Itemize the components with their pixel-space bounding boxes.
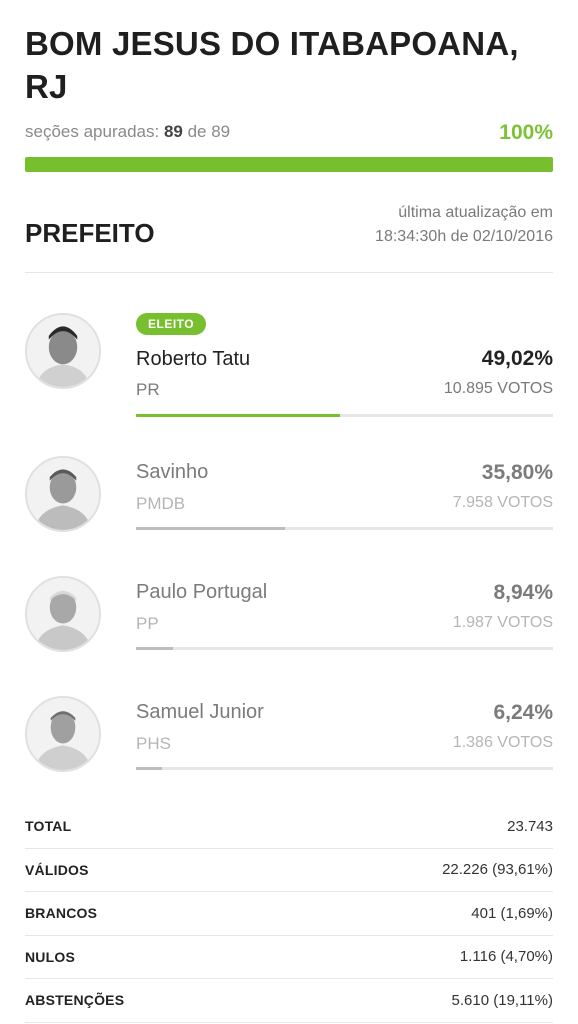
candidate-party: PR: [136, 380, 160, 399]
totals-row-abstention: ABSTENÇÕES 5.610 (19,11%): [25, 979, 553, 1023]
totals-label: NULOS: [25, 948, 75, 965]
counting-progress-fill: [25, 157, 553, 172]
totals-label: ABSTENÇÕES: [25, 992, 125, 1009]
totals-row-total: TOTAL 23.743: [25, 805, 553, 849]
candidate-votes: 1.386 VOTOS: [452, 734, 553, 751]
candidate-card[interactable]: Savinho PMDB 35,80% 7.958 VOTOS: [0, 456, 578, 566]
elected-badge: ELEITO: [136, 313, 207, 335]
sections-done: 89: [163, 122, 183, 141]
sections-of: de 89: [187, 122, 231, 141]
candidate-vote-bar: [136, 414, 553, 417]
candidate-name: Savinho: [136, 461, 209, 483]
candidate-card[interactable]: ELEITO Roberto Tatu PR 49,02% 10.895 VOT…: [0, 313, 578, 423]
candidate-percent: 49,02%: [481, 347, 553, 370]
totals-label: BRANCOS: [25, 905, 98, 922]
candidate-party: PMDB: [136, 494, 186, 513]
office-title: PREFEITO: [25, 218, 155, 248]
person-icon: [27, 315, 99, 387]
totals-value: 401 (1,69%): [471, 904, 553, 922]
candidate-vote-fill: [136, 767, 163, 770]
candidate-vote-bar: [136, 767, 553, 770]
candidate-votes: 7.958 VOTOS: [452, 494, 553, 511]
totals-row-null: NULOS 1.116 (4,70%): [25, 936, 553, 979]
candidate-vote-fill: [136, 527, 286, 530]
totals-value: 23.743: [507, 817, 553, 835]
person-icon: [27, 698, 99, 770]
last-update-label: última atualização em: [398, 204, 553, 221]
divider: [25, 272, 553, 273]
candidate-photo: [25, 313, 101, 389]
person-icon: [27, 458, 99, 530]
counting-progress-bar: [25, 157, 553, 172]
last-update-time: 18:34:30h de 02/10/2016: [375, 228, 553, 245]
candidate-name: Paulo Portugal: [136, 581, 268, 603]
candidate-party: PHS: [136, 734, 171, 753]
candidate-photo: [25, 456, 101, 532]
person-icon: [27, 578, 99, 650]
totals-row-valid: VÁLIDOS 22.226 (93,61%): [25, 849, 553, 892]
candidate-party: PP: [136, 614, 159, 633]
candidate-vote-bar: [136, 527, 553, 530]
candidate-vote-fill: [136, 414, 341, 417]
city-title: BOM JESUS DO ITABAPOANA, RJ: [25, 25, 519, 105]
totals-value: 5.610 (19,11%): [451, 991, 553, 1009]
totals-label: TOTAL: [25, 818, 72, 835]
candidate-percent: 35,80%: [481, 461, 553, 484]
totals-table: TOTAL 23.743 VÁLIDOS 22.226 (93,61%) BRA…: [25, 805, 553, 1023]
percent-counted: 100%: [499, 121, 553, 144]
totals-value: 22.226 (93,61%): [442, 861, 553, 879]
candidate-percent: 6,24%: [493, 701, 553, 724]
candidate-percent: 8,94%: [493, 581, 553, 604]
candidate-card[interactable]: Samuel Junior PHS 6,24% 1.386 VOTOS: [0, 696, 578, 806]
sections-prefix: seções apuradas:: [25, 122, 160, 141]
candidate-card[interactable]: Paulo Portugal PP 8,94% 1.987 VOTOS: [0, 576, 578, 686]
candidate-votes: 10.895 VOTOS: [443, 380, 553, 397]
candidate-votes: 1.987 VOTOS: [452, 614, 553, 631]
candidate-photo: [25, 576, 101, 652]
totals-label: VÁLIDOS: [25, 861, 89, 878]
candidate-vote-bar: [136, 647, 553, 650]
candidate-vote-fill: [136, 647, 174, 650]
candidate-name: Samuel Junior: [136, 701, 264, 723]
totals-row-blank: BRANCOS 401 (1,69%): [25, 892, 553, 936]
last-update: última atualização em 18:34:30h de 02/10…: [375, 201, 553, 249]
totals-value: 1.116 (4,70%): [459, 948, 553, 966]
candidate-photo: [25, 696, 101, 772]
sections-counted: seções apuradas: 89 de 89: [25, 122, 230, 142]
candidate-name: Roberto Tatu: [136, 348, 251, 370]
